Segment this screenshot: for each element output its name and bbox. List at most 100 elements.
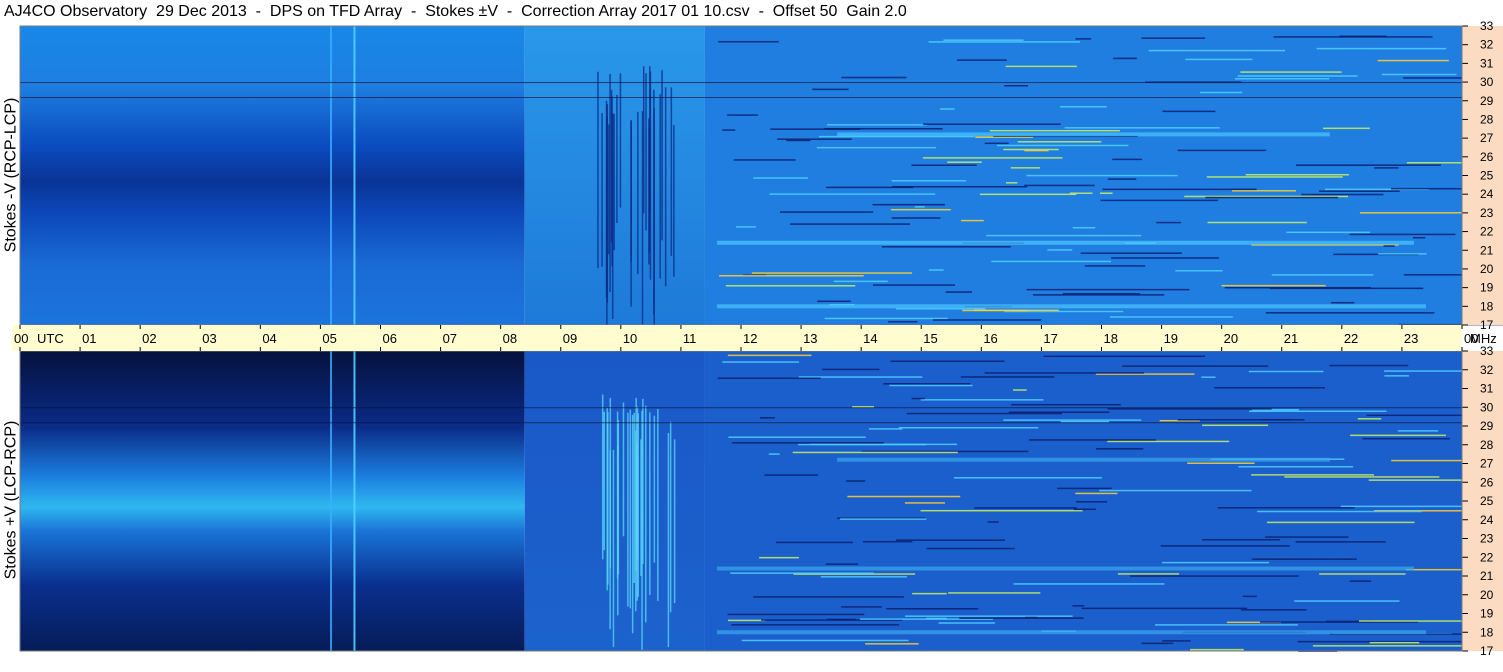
top-rfi-streak [872,284,956,286]
bottom-rfi-streak [1107,408,1272,410]
bottom-y-tick-label: 25 [1480,494,1494,508]
top-rfi-streak [833,280,888,283]
top-burst-stripe [670,87,673,256]
top-rfi-streak [736,226,756,228]
bottom-rfi-streak [912,592,947,595]
x-tick-label: 21 [1284,331,1298,346]
top-y-tick-label: 26 [1480,150,1494,164]
top-rfi-streak [891,180,966,182]
top-rfi-streak [1378,253,1427,255]
bottom-rfi-streak [1072,605,1085,607]
top-y-tick-label: 24 [1480,187,1494,201]
top-rfi-streak [939,108,955,110]
bottom-rfi-streak [1357,418,1382,420]
top-rfi-streak [1024,184,1095,187]
top-rfi-streak [1017,141,1102,143]
top-band-0 [716,304,1426,309]
top-rfi-streak [892,185,1028,188]
top-rfi-streak [932,319,1042,321]
bottom-rfi-streak [1162,561,1270,564]
bottom-rfi-streak [1265,536,1349,538]
top-hline-0 [20,82,1462,84]
top-burst-stripe [619,73,622,208]
top-rfi-streak [1162,110,1216,113]
bottom-rfi-streak [841,606,882,608]
bottom-rfi-streak [865,643,919,645]
top-rfi-streak [1237,75,1358,77]
bottom-rfi-streak [1202,538,1280,541]
top-rfi-streak [962,309,1028,312]
bottom-y-tick-label: 23 [1480,532,1494,546]
top-rfi-streak [928,41,1080,43]
top-rfi-streak [753,177,808,179]
bottom-rfi-streak [1003,419,1142,421]
bottom-rfi-streak [820,576,907,578]
top-rfi-streak [1412,236,1426,239]
x-tick-label: 13 [803,331,817,346]
top-rfi-streak [1205,196,1338,199]
top-rfi-streak [890,208,951,211]
top-rfi-streak [891,217,941,219]
top-rfi-streak [719,275,864,277]
bottom-rfi-streak [959,617,1084,619]
time-axis [12,325,1462,351]
top-rfi-streak [881,246,1011,248]
top-rfi-streak [1109,316,1233,318]
bottom-rfi-streak [1251,558,1357,560]
bottom-rfi-streak [1240,609,1307,611]
top-night-segment [20,26,525,325]
bottom-rfi-streak [987,521,999,523]
bottom-burst-stripe [649,412,651,595]
x-tick-label: 07 [443,331,457,346]
bottom-rfi-streak [1162,640,1191,642]
top-rfi-streak [1059,106,1107,108]
bottom-rfi-streak [731,624,900,626]
top-burst-stripe [605,100,608,298]
bottom-dawn-segment [524,351,705,651]
top-rfi-streak [911,164,977,166]
top-rfi-streak [1047,249,1073,251]
top-rfi-streak [1033,294,1165,296]
top-y-tick-label: 28 [1480,112,1494,126]
bottom-vline-a [330,351,333,651]
top-rfi-streak [1099,192,1113,195]
bottom-band-2 [837,457,1330,462]
bottom-rfi-streak [1266,521,1415,524]
top-y-tick-label: 29 [1480,94,1494,108]
bottom-rfi-streak [847,495,961,498]
bottom-rfi-streak [759,556,799,559]
top-rfi-streak [1010,167,1041,169]
bottom-rfi-streak [1362,437,1450,440]
bottom-y-tick-label: 17 [1480,644,1494,658]
top-rfi-streak [1265,312,1435,314]
bottom-rfi-streak [911,397,925,400]
bottom-rfi-streak [1202,424,1269,427]
bottom-rfi-streak [1349,580,1372,582]
top-rfi-streak [824,317,948,320]
top-rfi-streak [1185,58,1253,61]
top-rfi-streak [1064,127,1220,129]
top-y-tick-label: 30 [1480,75,1494,89]
top-rfi-streak [824,128,943,130]
top-rfi-streak [957,59,1007,61]
bottom-rfi-streak [1369,641,1420,644]
top-rfi-streak [1316,47,1447,50]
bottom-rfi-streak [1029,439,1156,441]
x-tick-label: 00 [14,331,28,346]
top-rfi-streak [769,193,936,195]
bottom-rfi-streak [792,451,958,454]
bottom-rfi-streak [1095,448,1144,450]
top-y-tick-label: 17 [1480,318,1494,332]
bottom-rfi-streak [753,596,905,598]
top-rfi-streak [1301,193,1384,196]
bottom-rfi-streak [953,477,1102,479]
bottom-burst-stripe [601,394,604,560]
bottom-y-tick-label: 30 [1480,400,1494,414]
top-rfi-streak [943,39,1024,41]
bottom-y-tick-label: 29 [1480,419,1494,433]
top-burst-stripe [645,73,647,231]
top-y-tick-label: 22 [1480,225,1494,239]
bottom-rfi-streak [775,541,853,544]
bottom-rfi-streak [904,502,945,504]
top-rfi-streak [1024,149,1049,152]
